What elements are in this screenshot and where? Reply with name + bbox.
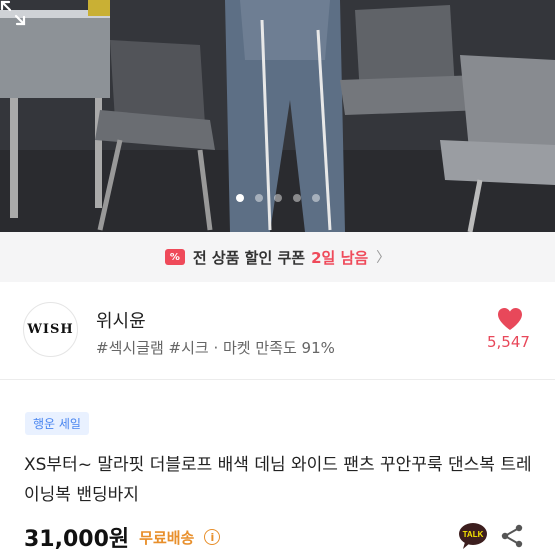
product-image-carousel[interactable] [0, 0, 555, 232]
carousel-dot[interactable] [254, 194, 263, 202]
kakao-talk-icon[interactable]: TALK [458, 522, 488, 550]
carousel-indicator [0, 194, 555, 202]
talk-label: TALK [463, 530, 484, 539]
free-shipping-label: 무료배송 [139, 528, 195, 547]
product-price: 31,000원 [24, 527, 130, 552]
expand-icon[interactable] [0, 0, 26, 26]
chevron-right-icon: 〉 [376, 250, 391, 266]
price-row: 31,000원 무료배송 i [24, 522, 221, 552]
carousel-dot[interactable] [311, 194, 320, 202]
sale-badge: 행운 세일 [25, 412, 89, 435]
coupon-icon: % [164, 249, 185, 265]
coupon-text: 전 상품 할인 쿠폰 [192, 248, 306, 267]
info-icon[interactable]: i [204, 529, 221, 545]
shop-logo[interactable]: WISH [23, 302, 78, 357]
shop-name[interactable]: 위시윤 [96, 307, 146, 333]
coupon-banner[interactable]: % 전 상품 할인 쿠폰 2일 남음 〉 [0, 232, 555, 282]
coupon-days-left: 2일 남음 [311, 248, 369, 267]
product-title: XS부터~ 말라핏 더블로프 배색 데님 와이드 팬츠 꾸안꾸룩 댄스복 트레이… [24, 455, 532, 505]
carousel-dot[interactable] [273, 194, 282, 202]
shop-tags: #섹시글램 #시크 · 마켓 만족도 91% [96, 339, 335, 357]
like-count: 5,547 [487, 333, 530, 351]
heart-icon[interactable] [497, 307, 523, 331]
carousel-dot[interactable] [235, 194, 244, 202]
share-icon[interactable] [500, 524, 524, 548]
carousel-dot[interactable] [292, 194, 301, 202]
shop-info[interactable]: WISH 위시윤 #섹시글램 #시크 · 마켓 만족도 91% 5,547 [0, 282, 555, 380]
